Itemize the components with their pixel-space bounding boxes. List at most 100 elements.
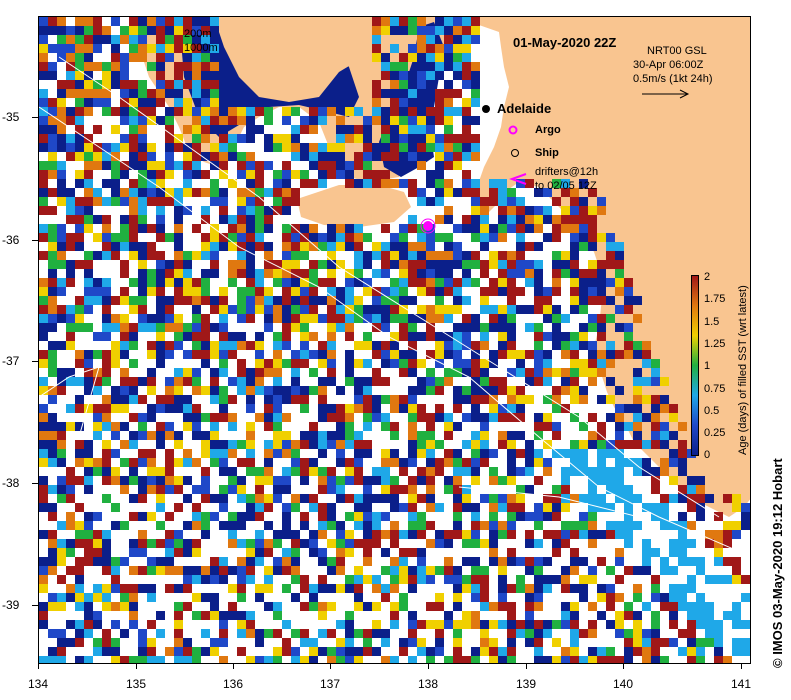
sst-pixel bbox=[300, 476, 309, 485]
sst-pixel bbox=[120, 287, 129, 296]
sst-pixel bbox=[84, 485, 93, 494]
sst-pixel bbox=[435, 314, 444, 323]
sst-pixel bbox=[687, 539, 696, 548]
sst-pixel bbox=[246, 206, 255, 215]
sst-pixel bbox=[192, 386, 201, 395]
sst-pixel bbox=[372, 602, 381, 611]
sst-pixel bbox=[210, 431, 219, 440]
sst-pixel bbox=[399, 602, 408, 611]
x-tick-label: 134 bbox=[27, 677, 49, 691]
sst-pixel bbox=[210, 98, 219, 107]
x-tick-label: 141 bbox=[730, 677, 752, 691]
sst-pixel bbox=[228, 332, 237, 341]
sst-pixel bbox=[237, 359, 246, 368]
sst-pixel bbox=[525, 395, 534, 404]
sst-pixel bbox=[462, 107, 471, 116]
sst-pixel bbox=[453, 656, 462, 663]
sst-pixel bbox=[264, 224, 273, 233]
sst-pixel bbox=[138, 485, 147, 494]
sst-pixel bbox=[651, 629, 660, 638]
sst-pixel bbox=[714, 629, 723, 638]
sst-pixel bbox=[687, 485, 696, 494]
sst-pixel bbox=[192, 89, 201, 98]
sst-pixel bbox=[39, 26, 48, 35]
colorbar-label: 0.5 bbox=[704, 404, 720, 417]
sst-pixel bbox=[282, 530, 291, 539]
sst-pixel bbox=[435, 620, 444, 629]
sst-pixel bbox=[66, 260, 75, 269]
sst-pixel bbox=[282, 260, 291, 269]
sst-pixel bbox=[93, 89, 102, 98]
sst-pixel bbox=[264, 134, 273, 143]
map-frame bbox=[38, 16, 751, 664]
sst-pixel bbox=[165, 143, 174, 152]
sst-pixel bbox=[624, 566, 633, 575]
sst-pixel bbox=[489, 476, 498, 485]
sst-pixel bbox=[660, 593, 669, 602]
sst-pixel bbox=[597, 350, 606, 359]
sst-pixel bbox=[174, 530, 183, 539]
x-tick-mark bbox=[233, 663, 234, 669]
sst-pixel bbox=[156, 278, 165, 287]
sst-pixel bbox=[552, 620, 561, 629]
sst-pixel bbox=[48, 206, 57, 215]
sst-pixel bbox=[642, 638, 651, 647]
sst-pixel bbox=[435, 593, 444, 602]
sst-pixel bbox=[174, 215, 183, 224]
sst-pixel bbox=[651, 575, 660, 584]
sst-pixel bbox=[183, 647, 192, 656]
sst-pixel bbox=[705, 575, 714, 584]
sst-pixel bbox=[453, 323, 462, 332]
sst-pixel bbox=[192, 575, 201, 584]
sst-pixel bbox=[372, 620, 381, 629]
sst-pixel bbox=[48, 629, 57, 638]
sst-pixel bbox=[102, 296, 111, 305]
sst-pixel bbox=[165, 566, 174, 575]
sst-pixel bbox=[453, 251, 462, 260]
sst-pixel bbox=[669, 548, 678, 557]
sst-pixel bbox=[435, 458, 444, 467]
sst-pixel bbox=[264, 305, 273, 314]
sst-pixel bbox=[93, 215, 102, 224]
sst-pixel bbox=[525, 215, 534, 224]
sst-pixel bbox=[192, 350, 201, 359]
sst-pixel bbox=[534, 305, 543, 314]
sst-pixel bbox=[219, 350, 228, 359]
sst-pixel bbox=[129, 224, 138, 233]
sst-pixel bbox=[246, 620, 255, 629]
sst-pixel bbox=[210, 593, 219, 602]
sst-pixel bbox=[264, 449, 273, 458]
sst-pixel bbox=[174, 314, 183, 323]
sst-pixel bbox=[210, 251, 219, 260]
sst-pixel bbox=[570, 386, 579, 395]
sst-pixel bbox=[75, 80, 84, 89]
sst-pixel bbox=[102, 467, 111, 476]
sst-pixel bbox=[399, 125, 408, 134]
sst-pixel bbox=[354, 377, 363, 386]
sst-pixel bbox=[633, 341, 642, 350]
sst-pixel bbox=[39, 98, 48, 107]
sst-pixel bbox=[444, 134, 453, 143]
sst-pixel bbox=[687, 602, 696, 611]
sst-pixel bbox=[462, 215, 471, 224]
sst-pixel bbox=[201, 278, 210, 287]
sst-pixel bbox=[48, 125, 57, 134]
sst-pixel bbox=[363, 530, 372, 539]
sst-pixel bbox=[354, 584, 363, 593]
sst-pixel bbox=[390, 404, 399, 413]
sst-pixel bbox=[615, 593, 624, 602]
sst-pixel bbox=[210, 458, 219, 467]
sst-pixel bbox=[561, 485, 570, 494]
sst-pixel bbox=[435, 233, 444, 242]
sst-pixel bbox=[399, 233, 408, 242]
sst-pixel bbox=[237, 593, 246, 602]
sst-pixel bbox=[84, 449, 93, 458]
sst-pixel bbox=[570, 647, 579, 656]
sst-pixel bbox=[111, 161, 120, 170]
sst-pixel bbox=[237, 251, 246, 260]
sst-pixel bbox=[444, 215, 453, 224]
sst-pixel bbox=[129, 413, 138, 422]
sst-pixel bbox=[120, 602, 129, 611]
sst-pixel bbox=[354, 296, 363, 305]
sst-pixel bbox=[732, 611, 741, 620]
